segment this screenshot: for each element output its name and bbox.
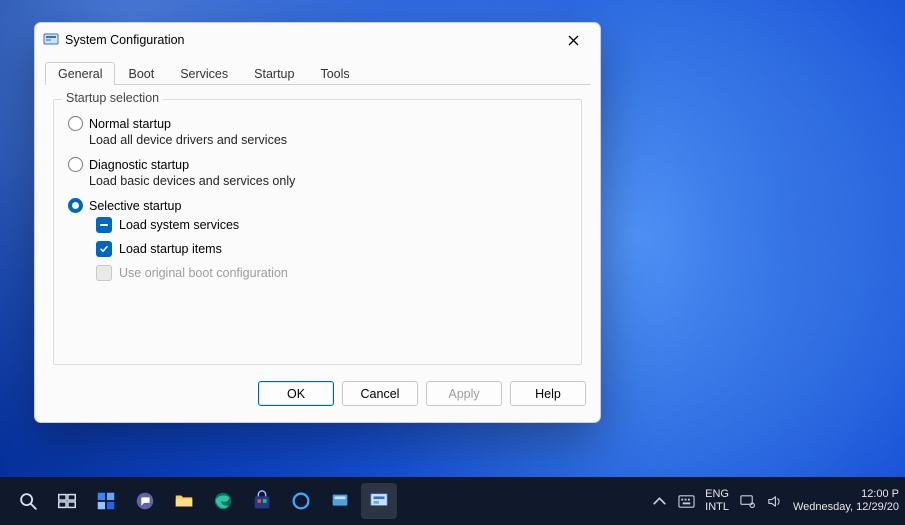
lang-line-2: INTL <box>705 501 729 514</box>
window-title: System Configuration <box>65 33 552 47</box>
checkbox-load-startup-items[interactable]: Load startup items <box>96 241 567 257</box>
checkbox-load-system-services[interactable]: Load system services <box>96 217 567 233</box>
checkbox-icon <box>96 241 112 257</box>
group-legend: Startup selection <box>62 91 163 105</box>
taskbar-left <box>0 483 397 519</box>
checkbox-label: Load system services <box>119 218 239 232</box>
network-icon <box>739 493 756 510</box>
option-label: Diagnostic startup <box>89 158 189 172</box>
general-panel: Startup selection Normal startup Load al… <box>35 85 600 371</box>
dialog-buttons: OK Cancel Apply Help <box>35 371 600 422</box>
task-view-button[interactable] <box>49 483 85 519</box>
folder-icon <box>173 490 195 512</box>
chat-button[interactable] <box>127 483 163 519</box>
close-button[interactable] <box>552 26 594 54</box>
tab-label: Startup <box>254 67 294 81</box>
help-button[interactable]: Help <box>510 381 586 406</box>
tab-services[interactable]: Services <box>167 62 241 85</box>
edge-button[interactable] <box>205 483 241 519</box>
task-view-icon <box>56 490 78 512</box>
misc-app-button[interactable] <box>322 483 358 519</box>
checkbox-label: Load startup items <box>119 242 222 256</box>
chevron-up-icon <box>651 493 668 510</box>
button-label: Help <box>535 387 561 401</box>
startup-selection-group: Startup selection Normal startup Load al… <box>53 99 582 365</box>
cortana-button[interactable] <box>283 483 319 519</box>
app-icon <box>329 490 351 512</box>
lang-line-1: ENG <box>705 488 729 501</box>
search-button[interactable] <box>10 483 46 519</box>
system-configuration-dialog: System Configuration General Boot Servic… <box>34 22 601 423</box>
tab-strip: General Boot Services Startup Tools <box>35 61 600 84</box>
widgets-button[interactable] <box>88 483 124 519</box>
network-button[interactable] <box>739 493 756 510</box>
checkbox-use-original-boot: Use original boot configuration <box>96 265 567 281</box>
tab-tools[interactable]: Tools <box>307 62 362 85</box>
tab-label: Boot <box>128 67 154 81</box>
button-label: OK <box>287 387 305 401</box>
store-icon <box>251 490 273 512</box>
msconfig-taskbar-button[interactable] <box>361 483 397 519</box>
option-description: Load all device drivers and services <box>89 133 567 147</box>
tab-general[interactable]: General <box>45 62 115 85</box>
checkbox-icon <box>96 217 112 233</box>
search-icon <box>17 490 39 512</box>
volume-button[interactable] <box>766 493 783 510</box>
ok-button[interactable]: OK <box>258 381 334 406</box>
desktop: System Configuration General Boot Servic… <box>0 0 905 525</box>
file-explorer-button[interactable] <box>166 483 202 519</box>
tab-boot[interactable]: Boot <box>115 62 167 85</box>
cortana-icon <box>290 490 312 512</box>
date-text: Wednesday, 12/29/20 <box>793 501 899 514</box>
edge-icon <box>212 490 234 512</box>
cancel-button[interactable]: Cancel <box>342 381 418 406</box>
tab-label: General <box>58 67 102 81</box>
msconfig-icon <box>43 32 59 48</box>
msconfig-icon <box>368 490 390 512</box>
taskbar-right: ENG INTL 12:00 P Wednesday, 12/29/20 <box>651 488 905 513</box>
language-indicator[interactable]: ENG INTL <box>705 488 729 513</box>
radio-icon <box>68 157 83 172</box>
option-normal-startup[interactable]: Normal startup Load all device drivers a… <box>68 116 567 147</box>
clock[interactable]: 12:00 P Wednesday, 12/29/20 <box>793 488 899 513</box>
tab-label: Tools <box>320 67 349 81</box>
tray-overflow[interactable] <box>651 493 668 510</box>
option-label: Selective startup <box>89 199 181 213</box>
apply-button[interactable]: Apply <box>426 381 502 406</box>
ime-button[interactable] <box>678 493 695 510</box>
button-label: Cancel <box>361 387 400 401</box>
keyboard-icon <box>678 493 695 510</box>
tab-startup[interactable]: Startup <box>241 62 307 85</box>
checkbox-label: Use original boot configuration <box>119 266 288 280</box>
option-label: Normal startup <box>89 117 171 131</box>
option-diagnostic-startup[interactable]: Diagnostic startup Load basic devices an… <box>68 157 567 188</box>
time-text: 12:00 P <box>793 488 899 501</box>
selective-sub-options: Load system services Load startup items … <box>96 217 567 281</box>
checkbox-icon <box>96 265 112 281</box>
tab-label: Services <box>180 67 228 81</box>
option-selective-startup[interactable]: Selective startup <box>68 198 567 213</box>
tab-divider <box>45 84 590 85</box>
taskbar: ENG INTL 12:00 P Wednesday, 12/29/20 <box>0 477 905 525</box>
titlebar[interactable]: System Configuration <box>35 23 600 55</box>
option-description: Load basic devices and services only <box>89 174 567 188</box>
volume-icon <box>766 493 783 510</box>
close-icon <box>568 35 579 46</box>
radio-icon <box>68 116 83 131</box>
chat-icon <box>134 490 156 512</box>
button-label: Apply <box>448 387 479 401</box>
widgets-icon <box>95 490 117 512</box>
radio-icon <box>68 198 83 213</box>
store-button[interactable] <box>244 483 280 519</box>
